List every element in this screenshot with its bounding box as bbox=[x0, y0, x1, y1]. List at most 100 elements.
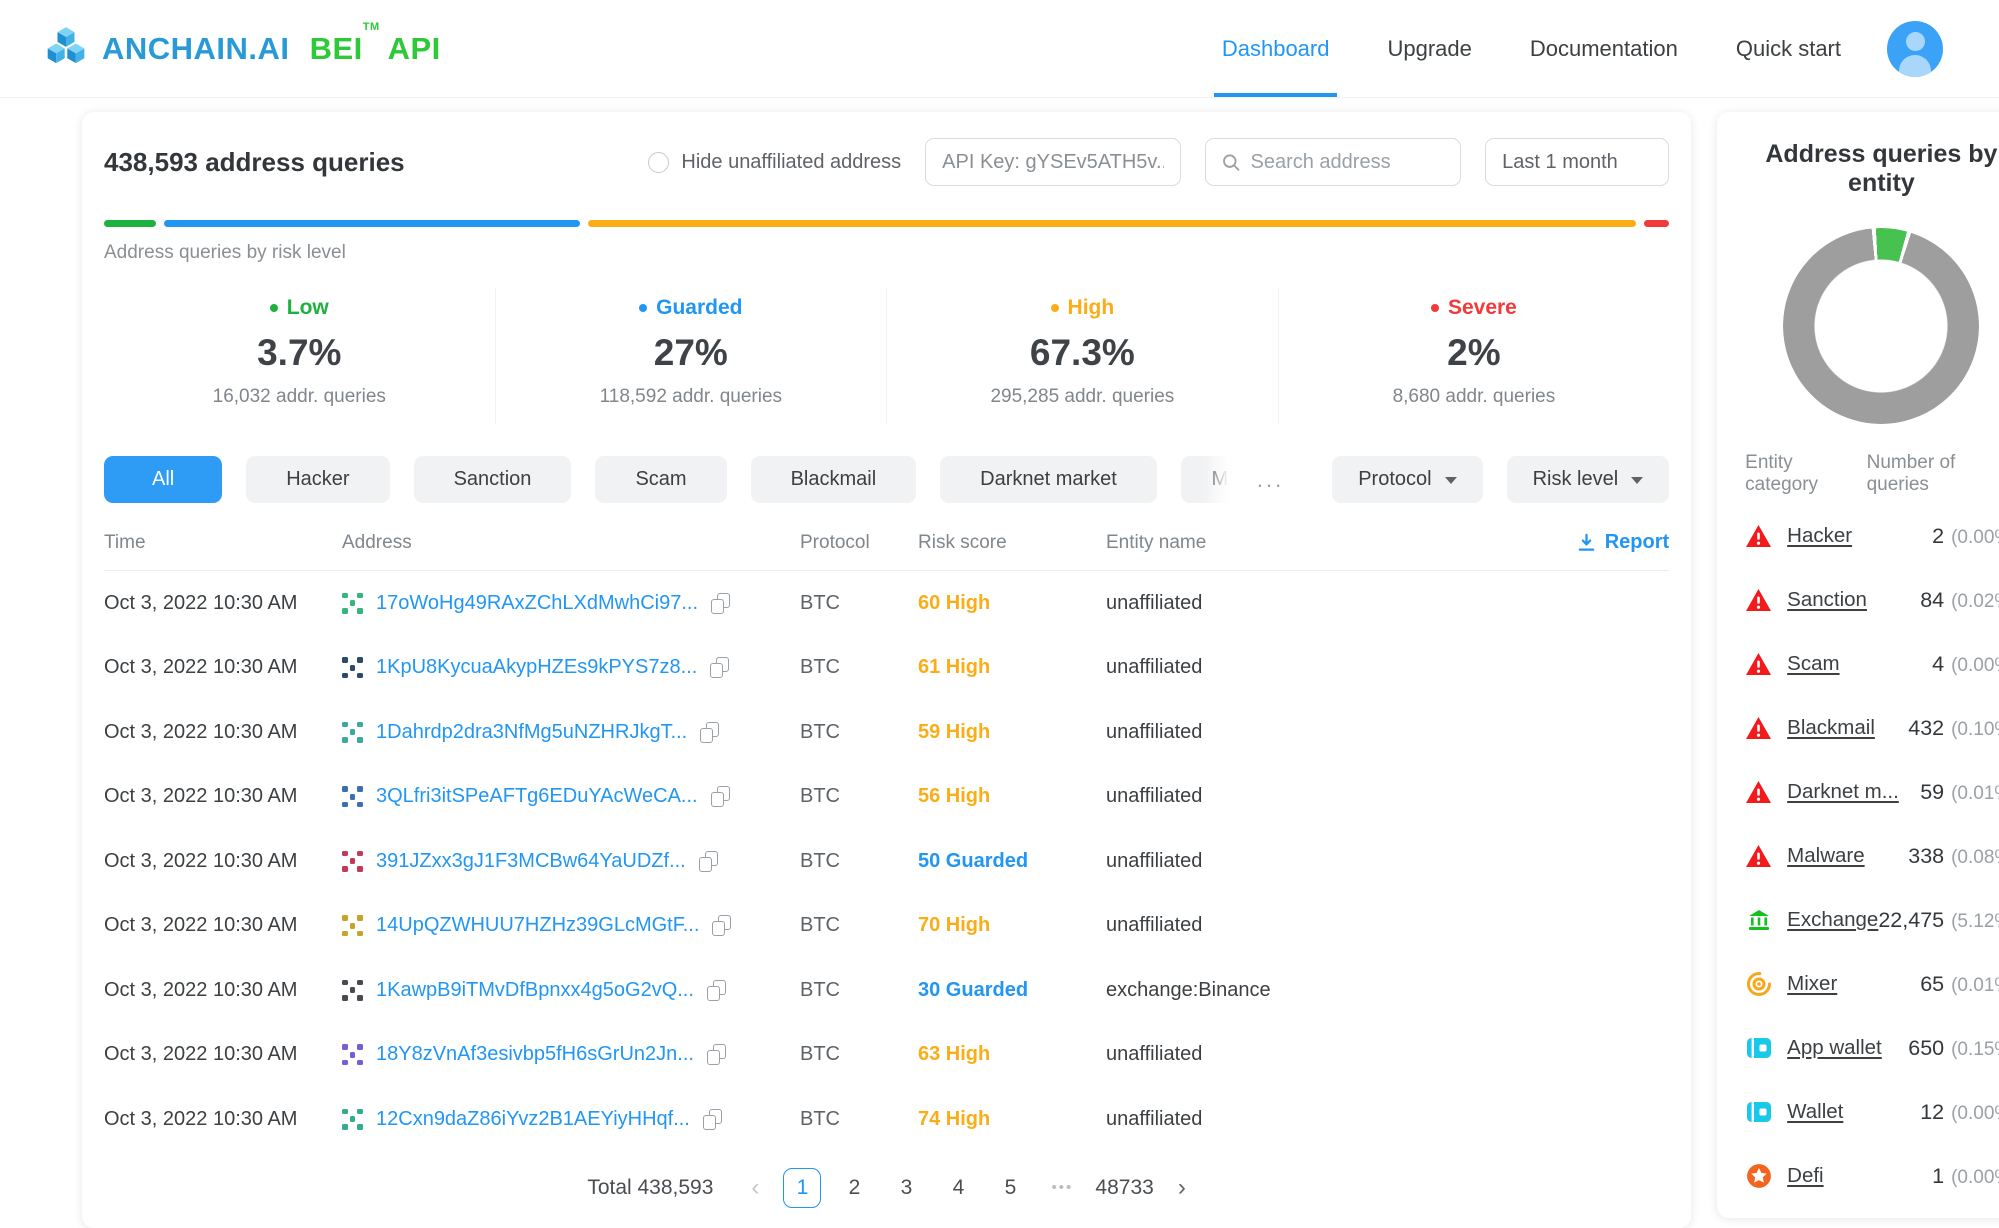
risk-level-dropdown[interactable]: Risk level bbox=[1507, 456, 1670, 503]
identicon-pixel bbox=[357, 1109, 363, 1115]
page-button-4[interactable]: 4 bbox=[939, 1168, 977, 1208]
tab-blackmail[interactable]: Blackmail bbox=[751, 456, 917, 503]
row-protocol: BTC bbox=[800, 785, 918, 808]
address-link[interactable]: 18Y8zVnAf3esivbp5fH6sGrUn2Jn... bbox=[376, 1043, 694, 1066]
identicon-pixel bbox=[357, 657, 363, 663]
search-address-field[interactable] bbox=[1205, 138, 1461, 186]
warning-icon bbox=[1745, 780, 1772, 804]
copy-icon[interactable] bbox=[703, 1109, 722, 1130]
entity-query-count: 650 bbox=[1908, 1036, 1944, 1060]
address-link[interactable]: 14UpQZWHUU7HZHz39GLcMGtF... bbox=[376, 914, 699, 937]
address-link[interactable]: 3QLfri3itSPeAFTg6EDuYAcWeCA... bbox=[376, 785, 698, 808]
tab-darknet-market[interactable]: Darknet market bbox=[940, 456, 1157, 503]
risk-stat-label: High bbox=[887, 296, 1278, 320]
identicon-pixel bbox=[342, 915, 348, 921]
entity-query-count: 338 bbox=[1908, 844, 1944, 868]
address-link[interactable]: 12Cxn9daZ86iYvz2B1AEYiyHHqf... bbox=[376, 1108, 690, 1131]
identicon-pixel bbox=[342, 737, 348, 743]
entity-query-count: 2 bbox=[1932, 524, 1944, 548]
risk-dot-icon bbox=[639, 304, 647, 312]
entity-row-right: 2(0.00%) bbox=[1932, 524, 1999, 549]
page-button-2[interactable]: 2 bbox=[835, 1168, 873, 1208]
copy-icon[interactable] bbox=[711, 593, 730, 614]
address-link[interactable]: 1Dahrdp2dra3NfMg5uNZHRJkgT... bbox=[376, 721, 687, 744]
entity-panel: Address queries by entity Entity categor… bbox=[1717, 112, 1999, 1218]
anchain-logo-icon bbox=[44, 25, 88, 73]
address-link[interactable]: 1KawpB9iTMvDfBpnxx4g5oG2vQ... bbox=[376, 979, 694, 1002]
protocol-dropdown[interactable]: Protocol bbox=[1332, 456, 1482, 503]
user-avatar[interactable] bbox=[1887, 21, 1943, 77]
tab-hacker[interactable]: Hacker bbox=[246, 456, 389, 503]
hide-unaffiliated-checkbox[interactable] bbox=[648, 152, 669, 173]
risk-level-stats: Low3.7%16,032 addr. queriesGuarded27%118… bbox=[104, 288, 1669, 424]
entity-row-sanction: Sanction84(0.02%) bbox=[1745, 568, 1999, 632]
tab-scam[interactable]: Scam bbox=[595, 456, 726, 503]
entity-category-link[interactable]: Hacker bbox=[1787, 524, 1852, 548]
next-page-button[interactable]: › bbox=[1178, 1174, 1186, 1202]
prev-page-button[interactable]: ‹ bbox=[751, 1174, 759, 1202]
tabs-overflow-ellipsis[interactable]: ... bbox=[1257, 467, 1284, 493]
brand[interactable]: ANCHAIN.AI BEITM API bbox=[44, 25, 441, 73]
entity-category-link[interactable]: Exchange bbox=[1787, 908, 1878, 932]
entity-category-link[interactable]: Darknet m... bbox=[1787, 780, 1899, 804]
nav-item-dashboard[interactable]: Dashboard bbox=[1222, 0, 1330, 97]
copy-icon[interactable] bbox=[699, 851, 718, 872]
row-time: Oct 3, 2022 10:30 AM bbox=[104, 721, 342, 744]
date-range-select[interactable]: Last 1 month bbox=[1485, 138, 1669, 186]
api-key-field[interactable] bbox=[925, 138, 1181, 186]
copy-icon[interactable] bbox=[712, 915, 731, 936]
tab-m[interactable]: M bbox=[1181, 456, 1233, 503]
entity-row-right: 338(0.08%) bbox=[1908, 844, 1999, 869]
entity-category-link[interactable]: Mixer bbox=[1787, 972, 1837, 996]
copy-icon[interactable] bbox=[700, 722, 719, 743]
copy-icon[interactable] bbox=[711, 786, 730, 807]
entity-category-link[interactable]: App wallet bbox=[1787, 1036, 1882, 1060]
search-icon bbox=[1222, 152, 1240, 173]
copy-icon[interactable] bbox=[710, 657, 729, 678]
entity-category-link[interactable]: Wallet bbox=[1787, 1100, 1843, 1124]
address-link[interactable]: 17oWoHg49RAxZChLXdMwhCi97... bbox=[376, 592, 698, 615]
risk-dot-icon bbox=[270, 304, 278, 312]
address-link[interactable]: 391JZxx3gJ1F3MCBw64YaUDZf... bbox=[376, 850, 686, 873]
tab-all[interactable]: All bbox=[104, 456, 222, 503]
row-risk-score: 59 High bbox=[918, 721, 1106, 744]
entity-query-percent: (0.02%) bbox=[1951, 591, 1999, 612]
nav-item-quick-start[interactable]: Quick start bbox=[1736, 0, 1841, 97]
hide-unaffiliated-toggle[interactable]: Hide unaffiliated address bbox=[648, 151, 901, 174]
identicon-pixel bbox=[350, 1060, 356, 1066]
report-button[interactable]: Report bbox=[1577, 531, 1669, 554]
wallet-icon bbox=[1745, 1036, 1772, 1060]
risk-level-bar bbox=[104, 220, 1669, 227]
address-identicon bbox=[342, 980, 363, 1001]
entity-category-link[interactable]: Defi bbox=[1787, 1164, 1823, 1188]
tab-sanction[interactable]: Sanction bbox=[414, 456, 572, 503]
identicon-pixel bbox=[342, 786, 348, 792]
nav-item-upgrade[interactable]: Upgrade bbox=[1387, 0, 1471, 97]
identicon-pixel bbox=[342, 923, 348, 929]
warning-icon bbox=[1745, 588, 1772, 612]
address-link[interactable]: 1KpU8KycuaAkypHZEs9kPYS7z8... bbox=[376, 656, 697, 679]
brand-anchain: ANCHAIN.AI bbox=[102, 31, 290, 67]
search-address-input[interactable] bbox=[1250, 151, 1444, 174]
copy-icon[interactable] bbox=[707, 980, 726, 1001]
identicon-pixel bbox=[350, 657, 356, 663]
identicon-pixel bbox=[357, 794, 363, 800]
entity-category-link[interactable]: Scam bbox=[1787, 652, 1839, 676]
address-identicon bbox=[342, 786, 363, 807]
entity-category-link[interactable]: Blackmail bbox=[1787, 716, 1875, 740]
copy-icon[interactable] bbox=[707, 1044, 726, 1065]
warning-icon bbox=[1745, 652, 1772, 676]
nav-item-documentation[interactable]: Documentation bbox=[1530, 0, 1678, 97]
identicon-pixel bbox=[342, 1116, 348, 1122]
page-button-5[interactable]: 5 bbox=[991, 1168, 1029, 1208]
api-key-input[interactable] bbox=[942, 151, 1164, 174]
page-button-3[interactable]: 3 bbox=[887, 1168, 925, 1208]
identicon-pixel bbox=[350, 665, 356, 671]
mixer-icon bbox=[1745, 971, 1772, 997]
page-button-1[interactable]: 1 bbox=[783, 1168, 821, 1208]
entity-category-link[interactable]: Malware bbox=[1787, 844, 1864, 868]
entity-category-link[interactable]: Sanction bbox=[1787, 588, 1867, 612]
risk-stat-percent: 67.3% bbox=[887, 332, 1278, 374]
page-button-48733[interactable]: 48733 bbox=[1095, 1168, 1153, 1208]
entity-query-percent: (0.10%) bbox=[1951, 719, 1999, 740]
